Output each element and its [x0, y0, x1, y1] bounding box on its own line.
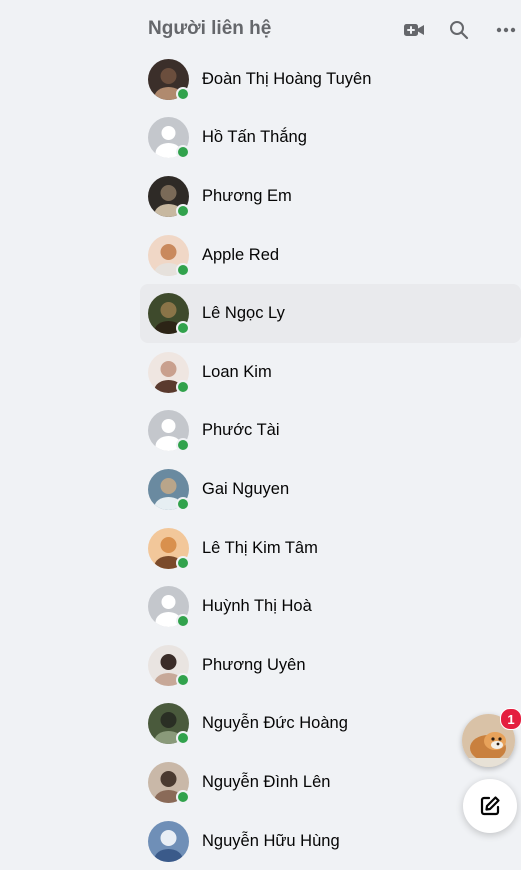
contact-item[interactable]: Đoàn Thị Hoàng Tuyên [140, 50, 521, 109]
contact-item[interactable]: Hồ Tấn Thắng [140, 109, 521, 168]
online-status-icon [176, 379, 190, 394]
chat-head-button[interactable]: 1 [462, 708, 521, 767]
online-status-icon [176, 321, 190, 336]
avatar [148, 58, 190, 101]
contact-item[interactable]: Apple Red [140, 226, 521, 285]
contact-name: Nguyễn Đức Hoàng [202, 714, 348, 733]
more-options-icon [496, 27, 516, 33]
avatar [148, 820, 189, 862]
avatar [148, 234, 190, 277]
avatar [148, 175, 190, 218]
contact-name: Lê Ngọc Ly [202, 304, 285, 323]
avatar [148, 586, 190, 629]
contact-name: Nguyễn Hữu Hùng [202, 831, 340, 850]
new-message-icon [480, 796, 500, 816]
contact-item[interactable]: Lê Ngọc Ly [140, 284, 521, 343]
online-status-icon [176, 86, 190, 101]
online-status-icon [176, 789, 190, 804]
online-status-icon [176, 614, 190, 629]
search-button[interactable] [445, 16, 473, 44]
avatar [148, 703, 190, 746]
contact-name: Đoàn Thị Hoàng Tuyên [202, 69, 372, 88]
contact-item[interactable]: Lê Thị Kim Tâm [140, 519, 521, 578]
contact-item[interactable]: Loan Kim [140, 343, 521, 402]
contact-name: Loan Kim [202, 362, 272, 381]
contact-name: Huỳnh Thị Hoà [202, 597, 312, 616]
contact-item[interactable]: Huỳnh Thị Hoà [140, 577, 521, 636]
contact-name: Apple Red [202, 245, 280, 264]
avatar [148, 351, 190, 394]
contacts-header: Người liên hệ [148, 14, 521, 44]
page-title: Người liên hệ [148, 18, 272, 39]
avatar [148, 117, 190, 160]
more-options-button[interactable] [492, 16, 520, 44]
avatar [148, 527, 190, 570]
online-status-icon [176, 438, 190, 453]
unread-badge: 1 [500, 708, 521, 730]
avatar [148, 410, 190, 453]
video-call-button[interactable] [400, 16, 428, 44]
contact-item[interactable]: Phương Em [140, 167, 521, 226]
video-call-icon [404, 24, 424, 36]
contact-name: Phương Em [202, 186, 292, 205]
contact-name: Nguyễn Đình Lên [202, 772, 331, 791]
contact-name: Lê Thị Kim Tâm [202, 538, 318, 557]
contact-name: Hồ Tấn Thắng [202, 128, 307, 147]
search-icon [450, 21, 469, 40]
contact-name: Phước Tài [202, 421, 280, 440]
online-status-icon [176, 203, 190, 218]
avatar [148, 644, 190, 687]
new-message-button[interactable] [463, 779, 517, 833]
avatar [148, 293, 190, 336]
contact-item[interactable]: Nguyễn Hữu Hùng [140, 812, 521, 870]
online-status-icon [176, 145, 190, 160]
avatar [148, 761, 190, 804]
avatar [148, 468, 190, 511]
contact-item[interactable]: Gai Nguyen [140, 460, 521, 519]
contact-name: Gai Nguyen [202, 479, 290, 498]
contact-item[interactable]: Phương Uyên [140, 636, 521, 695]
online-status-icon [176, 672, 190, 687]
contact-name: Phương Uyên [202, 655, 306, 674]
contact-item[interactable]: Phước Tài [140, 402, 521, 461]
online-status-icon [176, 555, 190, 570]
online-status-icon [176, 496, 190, 511]
online-status-icon [176, 262, 190, 277]
online-status-icon [176, 731, 190, 746]
